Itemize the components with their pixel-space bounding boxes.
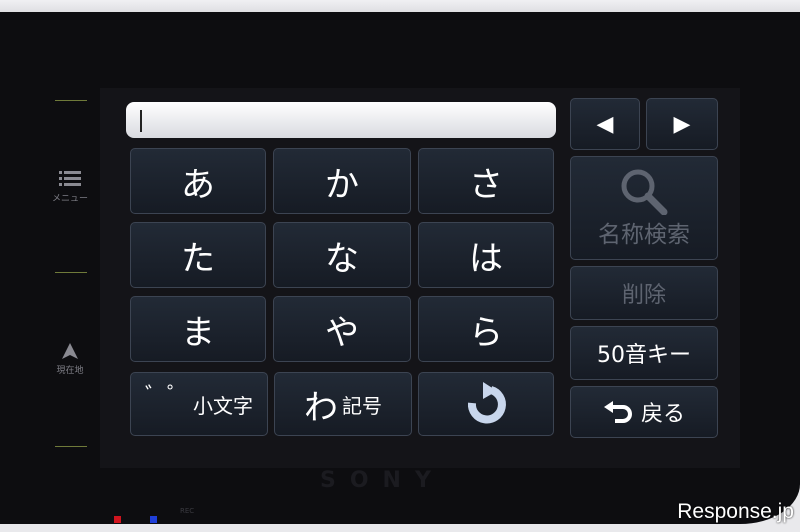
kana-key-ya[interactable]: や: [273, 296, 411, 362]
name-search-label: 名称検索: [598, 222, 690, 248]
kana-key-label: さ: [469, 164, 503, 205]
navigation-arrow-icon: [62, 343, 78, 359]
rotate-key[interactable]: [418, 372, 554, 436]
wa-symbol-key[interactable]: わ 記号: [274, 372, 412, 436]
dakuten-mark: ゛゜: [144, 384, 189, 409]
cursor-right-button[interactable]: ▶: [646, 98, 718, 150]
back-button[interactable]: 戻る: [570, 386, 718, 438]
symbol-label: 記号: [342, 393, 382, 418]
bezel-divider: [55, 446, 87, 447]
kana-key-label: た: [181, 238, 215, 279]
kana-key-ha[interactable]: は: [418, 222, 554, 288]
kana-key-label: か: [325, 164, 359, 205]
menu-icon: [59, 171, 81, 186]
watermark: Response.jp: [677, 500, 794, 523]
delete-button[interactable]: 削除: [570, 266, 718, 320]
small-char-label: 小文字: [193, 393, 253, 418]
menu-button[interactable]: メニュー: [38, 170, 102, 204]
kana-key-label: は: [469, 238, 503, 279]
bluetooth-led: [150, 516, 157, 523]
kana-key-label: あ: [181, 164, 215, 205]
current-location-button[interactable]: 現在地: [38, 342, 102, 376]
right-arrow-icon: ▶: [673, 111, 691, 137]
kana-key-ta[interactable]: た: [130, 222, 266, 288]
kana-key-label: ま: [181, 312, 215, 353]
return-arrow-icon: [603, 401, 632, 423]
kana-key-label: な: [325, 238, 359, 279]
bezel-divider: [55, 272, 87, 273]
kana-key-ka[interactable]: か: [273, 148, 411, 214]
power-led: [114, 516, 121, 523]
cursor-left-button[interactable]: ◀: [570, 98, 640, 150]
back-label: 戻る: [640, 402, 685, 427]
small-char-key[interactable]: ゛゜ 小文字: [130, 372, 268, 436]
wa-label: わ: [304, 387, 338, 428]
menu-label: メニュー: [51, 194, 88, 204]
fifty-key-label: 50音キー: [597, 343, 691, 368]
bezel-divider: [55, 100, 87, 101]
kana-key-a[interactable]: あ: [130, 148, 266, 214]
kana-key-ma[interactable]: ま: [130, 296, 266, 362]
kana-key-na[interactable]: な: [273, 222, 411, 288]
kana-key-label: ら: [469, 312, 503, 353]
kana-key-sa[interactable]: さ: [418, 148, 554, 214]
fifty-sound-key-button[interactable]: 50音キー: [570, 326, 718, 380]
text-input-field[interactable]: [126, 102, 556, 138]
left-arrow-icon: ◀: [596, 111, 614, 137]
delete-label: 削除: [621, 283, 666, 308]
text-caret: [140, 110, 142, 132]
kana-key-ra[interactable]: ら: [418, 296, 554, 362]
rotate-icon: [467, 382, 506, 424]
kana-key-label: や: [325, 312, 359, 353]
search-icon: [621, 169, 668, 215]
name-search-button[interactable]: 名称検索: [570, 156, 718, 260]
device-brand-logo: SONY: [320, 468, 445, 493]
current-location-label: 現在地: [56, 366, 84, 376]
rec-indicator-label: REC: [180, 507, 195, 515]
